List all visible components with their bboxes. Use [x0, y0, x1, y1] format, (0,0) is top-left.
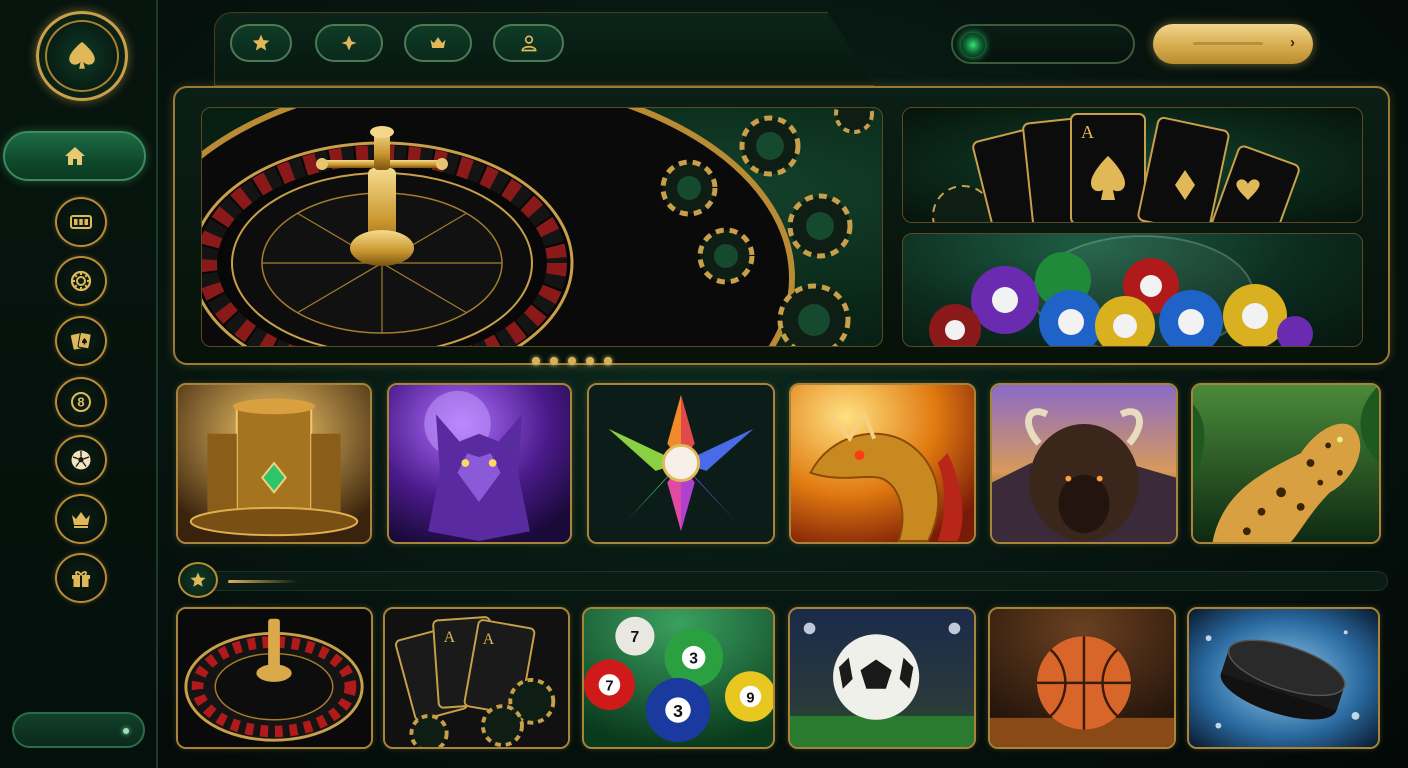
lottery-balls-illustration	[929, 235, 1313, 346]
rainbow-gem-star-art	[589, 385, 773, 542]
hero-cards-banner[interactable]: A	[902, 107, 1363, 223]
sidebar-item-sports[interactable]	[55, 435, 107, 485]
game-tile-blackjack[interactable]: A A	[383, 607, 570, 749]
playing-cards-illustration: A	[932, 113, 1300, 222]
profile-button[interactable]	[493, 24, 564, 62]
roulette-wheel-illustration	[202, 108, 874, 346]
blackjack-cards-art: A A	[385, 609, 568, 747]
ball-label: 9	[746, 690, 754, 706]
game-tile-rainbow-gem[interactable]	[587, 383, 775, 544]
ice-hockey-puck-art	[1189, 609, 1378, 747]
top-bar: ›	[170, 10, 1408, 86]
online-indicator-icon	[961, 33, 985, 57]
roulette-art	[178, 609, 371, 747]
hero-roulette-banner[interactable]	[201, 107, 883, 347]
purple-wolf-art	[389, 385, 570, 542]
ball-label: 3	[673, 701, 683, 721]
logo[interactable]	[36, 11, 128, 101]
user-icon	[520, 35, 537, 52]
basketball-art	[990, 609, 1174, 747]
carousel-dot[interactable]	[532, 357, 540, 365]
eight-ball-label: 8	[77, 395, 84, 410]
carousel-dots	[532, 357, 612, 365]
eight-ball-icon: 8	[71, 392, 91, 412]
favorites-button[interactable]	[230, 24, 292, 62]
status-dot	[123, 728, 129, 734]
balance-display[interactable]	[951, 24, 1135, 64]
soccer-ball-icon	[71, 450, 91, 470]
football-art	[790, 609, 974, 747]
game-tile-golden-temple[interactable]	[176, 383, 372, 544]
sidebar-item-cards[interactable]	[55, 316, 107, 366]
carousel-dot[interactable]	[550, 357, 558, 365]
game-tile-billiards[interactable]: 7 3 7 3 9	[582, 607, 775, 749]
sidebar: 8	[0, 0, 158, 768]
section-progress-track	[206, 571, 1388, 591]
sidebar-item-lottery[interactable]: 8	[55, 377, 107, 427]
diamond-icon	[341, 35, 357, 51]
game-tile-roulette[interactable]	[176, 607, 373, 749]
diamond-button[interactable]	[315, 24, 383, 62]
game-tile-football[interactable]	[788, 607, 976, 749]
golden-temple-art	[178, 385, 370, 542]
star-icon	[252, 34, 270, 51]
vip-button[interactable]	[404, 24, 472, 62]
sidebar-item-vip[interactable]	[55, 494, 107, 544]
home-icon	[64, 147, 85, 165]
section-favorites-button[interactable]	[178, 562, 218, 598]
golden-dragon-art	[791, 385, 974, 542]
carousel-dot[interactable]	[568, 357, 576, 365]
ball-label: 3	[689, 650, 698, 667]
game-tile-basketball[interactable]	[988, 607, 1176, 749]
hero-lottery-banner[interactable]	[902, 233, 1363, 347]
section-progress-fill	[228, 580, 298, 583]
crown-icon	[430, 37, 446, 48]
roulette-chip-icon	[70, 270, 92, 292]
game-tile-buffalo[interactable]	[990, 383, 1178, 544]
deposit-button[interactable]: ›	[1153, 24, 1313, 64]
sidebar-item-slots[interactable]	[55, 197, 107, 247]
sidebar-item-bonus[interactable]	[55, 553, 107, 603]
slot-reels-icon	[70, 215, 92, 229]
buffalo-art	[992, 385, 1176, 542]
svg-text:A: A	[1081, 122, 1094, 142]
chevron-right-icon: ›	[1290, 34, 1295, 51]
game-tile-jungle-leopard[interactable]	[1191, 383, 1381, 544]
game-tile-golden-dragon[interactable]	[789, 383, 976, 544]
jungle-leopard-art	[1193, 385, 1379, 542]
carousel-dot[interactable]	[604, 357, 612, 365]
playing-cards-icon	[70, 331, 92, 350]
sidebar-item-roulette[interactable]	[55, 256, 107, 306]
billiard-balls-art: 7 3 7 3 9	[584, 609, 773, 747]
home-button[interactable]	[3, 131, 146, 181]
spade-icon	[69, 41, 95, 69]
ball-label: 7	[631, 629, 640, 646]
svg-text:A: A	[483, 631, 495, 648]
game-tile-purple-wolf[interactable]	[387, 383, 572, 544]
game-tile-ice-hockey[interactable]	[1187, 607, 1380, 749]
sidebar-bottom-toggle[interactable]	[12, 712, 145, 748]
carousel-dot[interactable]	[586, 357, 594, 365]
ball-label: 7	[605, 679, 613, 695]
gift-icon	[72, 571, 90, 587]
crown-icon	[72, 512, 90, 528]
hero-banner: A	[173, 86, 1390, 365]
cta-label-placeholder	[1193, 42, 1263, 45]
section-header	[176, 562, 1388, 598]
star-icon	[190, 572, 206, 587]
svg-text:A: A	[444, 629, 456, 646]
